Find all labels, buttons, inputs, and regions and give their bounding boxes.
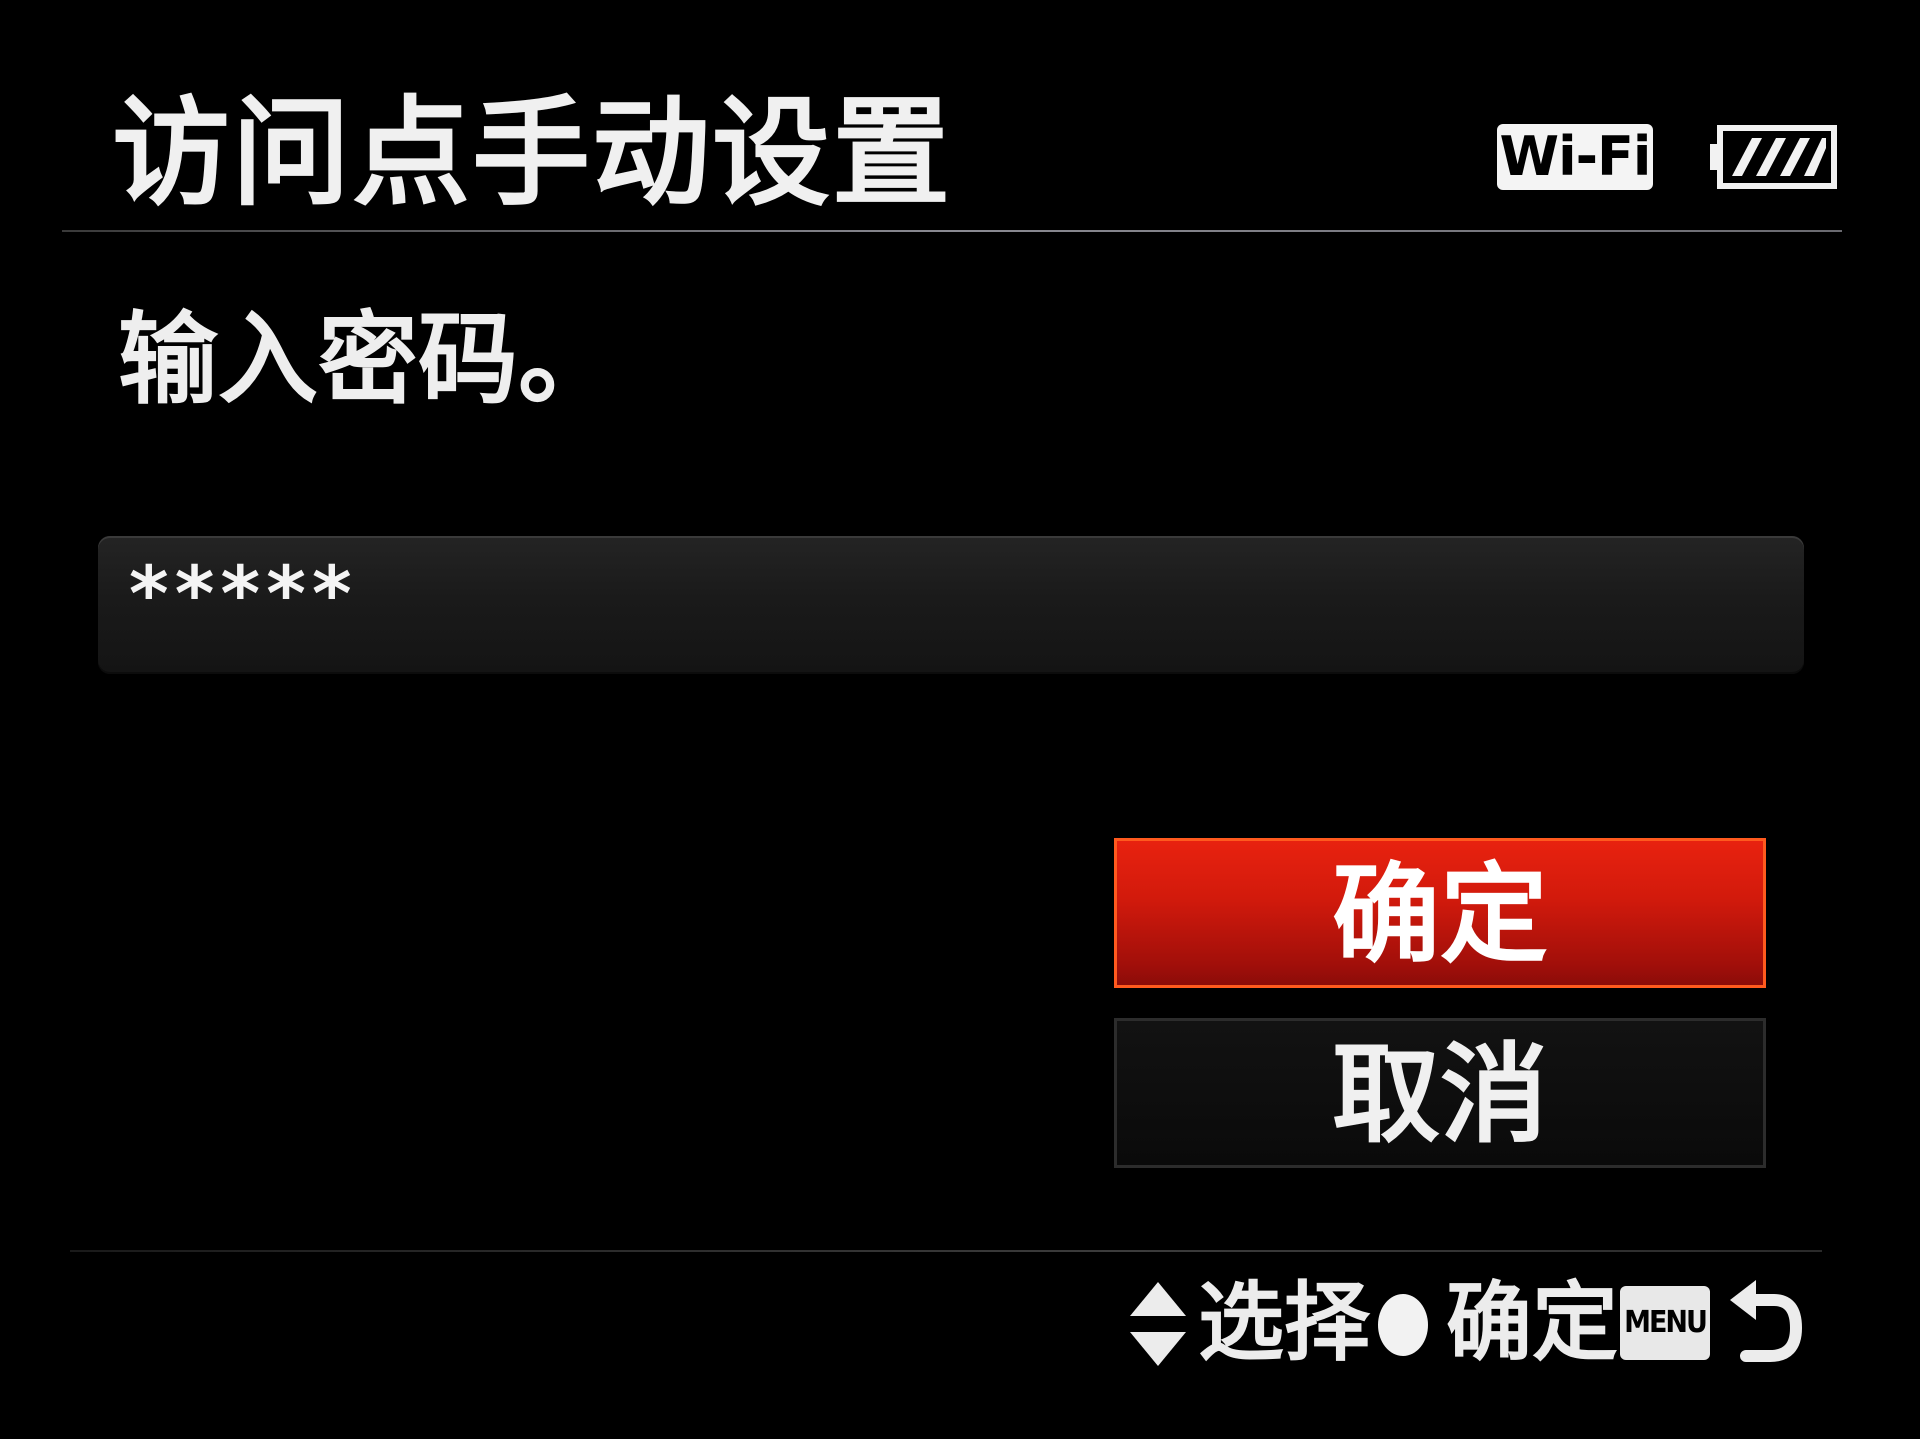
- confirm-hint-label: 确定: [1446, 1273, 1618, 1373]
- battery-full-icon: [1710, 125, 1837, 189]
- password-field[interactable]: *****: [98, 536, 1804, 674]
- camera-screen: 访问点手动设置 Wi-Fi 输入密码。 ***** 确定 取消 选择 确定 ME…: [0, 0, 1920, 1439]
- header-divider: [62, 230, 1842, 232]
- footer-divider: [70, 1250, 1822, 1252]
- page-title: 访问点手动设置: [112, 84, 953, 222]
- wifi-icon: Wi-Fi: [1497, 124, 1653, 190]
- menu-button-icon: MENU: [1620, 1286, 1710, 1360]
- cancel-button[interactable]: 取消: [1114, 1018, 1766, 1168]
- footer-guide: 选择 确定 MENU: [1126, 1268, 1806, 1378]
- password-value: *****: [126, 549, 355, 638]
- up-down-arrow-icon: [1130, 1282, 1186, 1366]
- ok-button[interactable]: 确定: [1114, 838, 1766, 988]
- password-prompt: 输入密码。: [118, 301, 618, 418]
- return-arrow-icon: [1730, 1280, 1803, 1362]
- select-hint-label: 选择: [1198, 1273, 1370, 1373]
- center-button-icon: [1378, 1294, 1428, 1356]
